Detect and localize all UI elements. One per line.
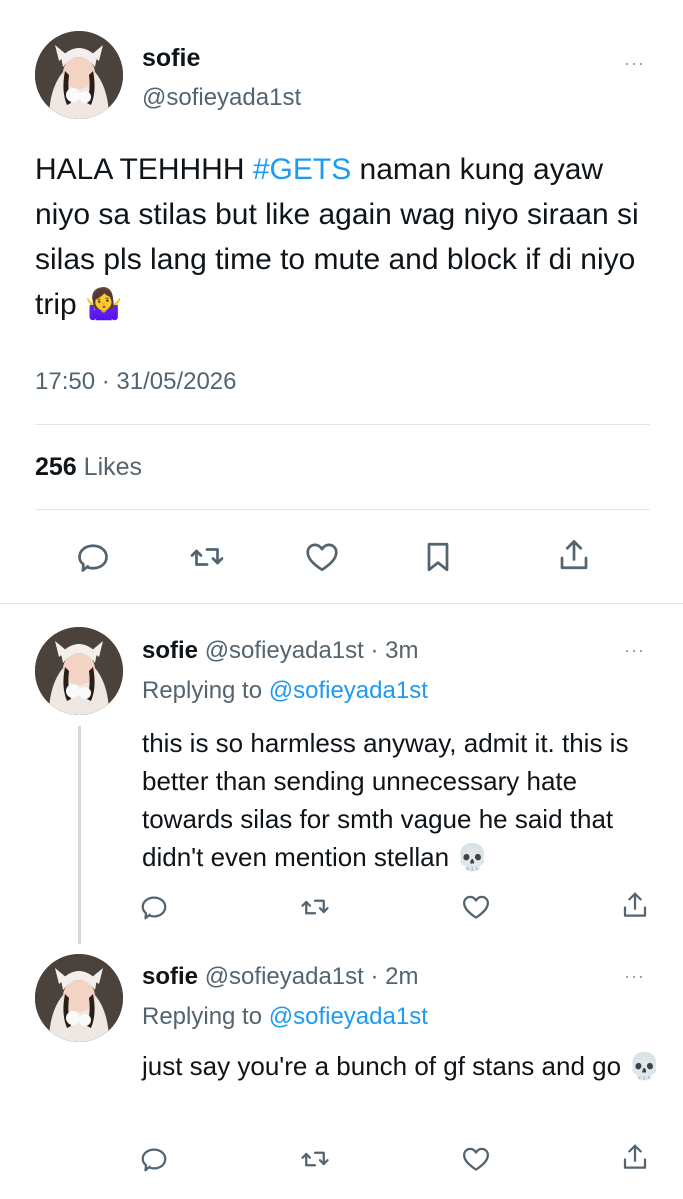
reply-header: sofie @sofieyada1st · 2m xyxy=(142,963,418,991)
retweet-icon[interactable] xyxy=(300,1144,330,1174)
like-icon[interactable] xyxy=(461,1144,491,1174)
replying-prefix: Replying to xyxy=(142,1003,269,1030)
divider xyxy=(35,424,650,425)
replying-prefix: Replying to xyxy=(142,677,269,704)
thread-line xyxy=(78,726,81,944)
replying-to-link[interactable]: @sofieyada1st xyxy=(269,1003,428,1030)
likes-label: Likes xyxy=(83,453,143,481)
likes-number: 256 xyxy=(35,453,77,481)
retweet-icon[interactable] xyxy=(300,892,330,922)
reply-text: this is so harmless anyway, admit it. th… xyxy=(142,724,662,877)
skull-emoji: 💀 xyxy=(456,843,489,873)
divider xyxy=(0,603,683,604)
more-options-icon[interactable]: ··· xyxy=(624,54,645,72)
avatar-image xyxy=(35,31,123,119)
reply-text-body: just say you're a bunch of gf stans and … xyxy=(142,1051,629,1081)
tweet-timestamp[interactable]: 17:50 · 31/05/2026 xyxy=(35,368,237,396)
reply-handle-time[interactable]: @sofieyada1st · 2m xyxy=(205,963,419,990)
avatar[interactable] xyxy=(35,954,123,1042)
avatar-image xyxy=(35,627,123,715)
share-icon[interactable] xyxy=(620,1142,650,1172)
retweet-icon[interactable] xyxy=(189,539,225,575)
reply-author-name[interactable]: sofie xyxy=(142,637,198,664)
hashtag-link[interactable]: #GETS xyxy=(253,153,351,186)
avatar-image xyxy=(35,954,123,1042)
avatar[interactable] xyxy=(35,627,123,715)
author-name[interactable]: sofie xyxy=(142,44,200,73)
reply-handle-time[interactable]: @sofieyada1st · 3m xyxy=(205,637,419,664)
reply-text: just say you're a bunch of gf stans and … xyxy=(142,1047,662,1086)
replying-to: Replying to @sofieyada1st xyxy=(142,1003,428,1031)
reply-icon[interactable] xyxy=(75,539,111,575)
reply-header: sofie @sofieyada1st · 3m xyxy=(142,637,418,665)
likes-count[interactable]: 256 Likes xyxy=(35,453,142,482)
more-options-icon[interactable]: ··· xyxy=(624,967,645,985)
bookmark-icon[interactable] xyxy=(420,539,456,575)
divider xyxy=(35,509,650,510)
tweet-text-body: HALA TEHHHH xyxy=(35,153,253,186)
reply-icon[interactable] xyxy=(139,892,169,922)
author-handle[interactable]: @sofieyada1st xyxy=(142,84,301,112)
replying-to-link[interactable]: @sofieyada1st xyxy=(269,677,428,704)
shrug-emoji: 🤷‍♀️ xyxy=(85,287,123,322)
reply-text-body: this is so harmless anyway, admit it. th… xyxy=(142,728,629,872)
like-icon[interactable] xyxy=(461,892,491,922)
like-icon[interactable] xyxy=(304,539,340,575)
tweet-text: HALA TEHHHH #GETS naman kung ayaw niyo s… xyxy=(35,147,655,327)
reply-icon[interactable] xyxy=(139,1144,169,1174)
more-options-icon[interactable]: ··· xyxy=(624,641,645,659)
skull-emoji: 💀 xyxy=(628,1052,661,1082)
replying-to: Replying to @sofieyada1st xyxy=(142,677,428,705)
avatar[interactable] xyxy=(35,31,123,119)
share-icon[interactable] xyxy=(620,890,650,920)
reply-author-name[interactable]: sofie xyxy=(142,963,198,990)
share-icon[interactable] xyxy=(556,537,592,573)
